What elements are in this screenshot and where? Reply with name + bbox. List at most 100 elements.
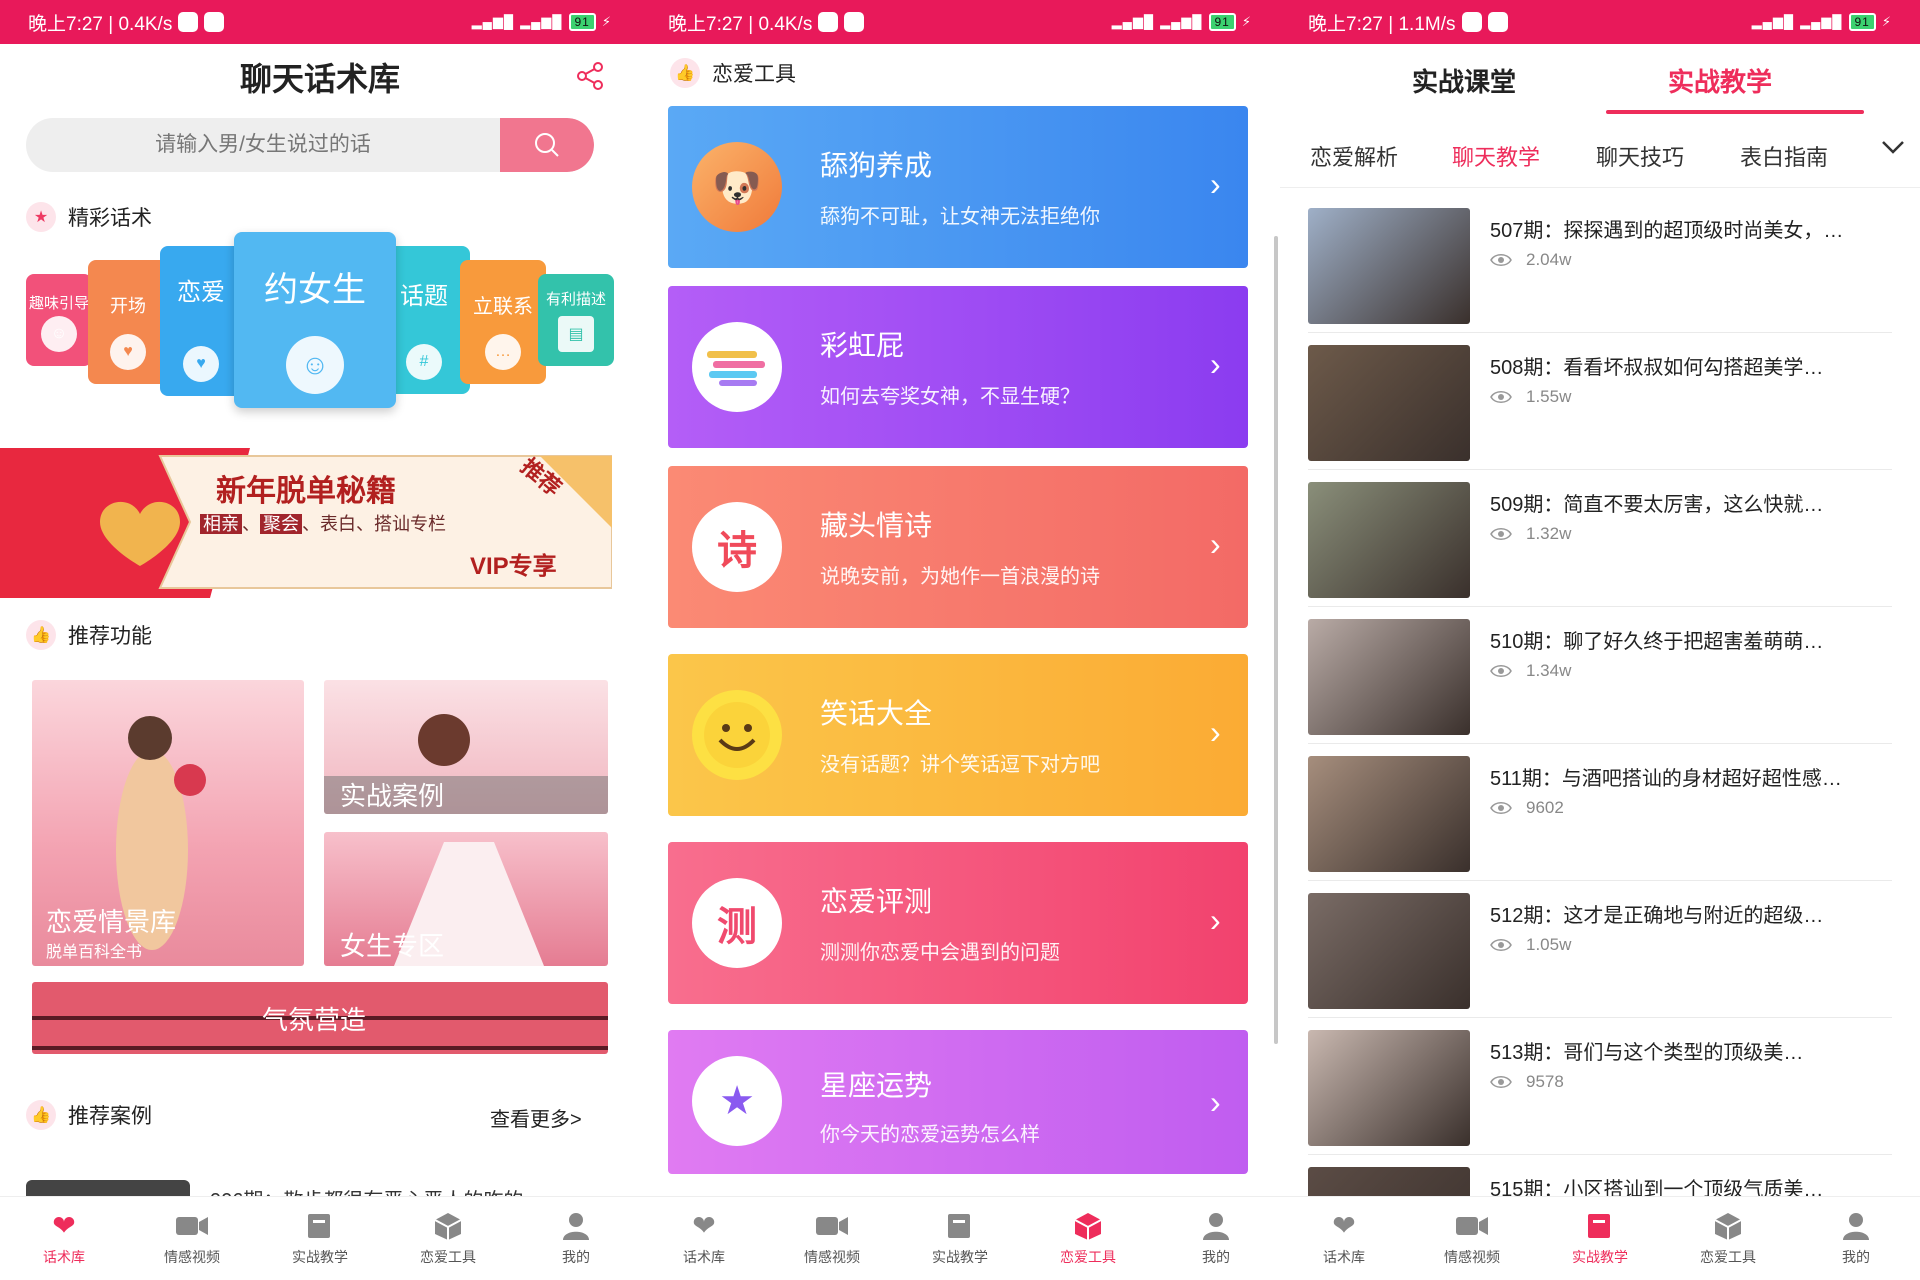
- smile-icon: [692, 690, 782, 780]
- subtab-analysis[interactable]: 恋爱解析: [1310, 140, 1398, 172]
- section-functions: 👍 推荐功能: [26, 620, 152, 650]
- lesson-item[interactable]: 507期：探探遇到的超顶级时尚美女，… 2.04w: [1308, 196, 1892, 333]
- tab-videos[interactable]: 情感视频: [768, 1197, 896, 1280]
- signal-icon: ▂▄▆█: [1751, 14, 1795, 29]
- lesson-item[interactable]: 509期：简直不要太厉害，这么快就… 1.32w: [1308, 470, 1892, 607]
- tab-teaching[interactable]: 实战教学: [256, 1197, 384, 1280]
- bottom-tab-bar: ❤ 话术库 情感视频 实战教学 恋爱工具 我的: [1280, 1196, 1920, 1280]
- user-icon: [1839, 1211, 1873, 1241]
- heart-icon: ♥: [110, 334, 146, 370]
- tab-tools[interactable]: 恋爱工具: [1664, 1197, 1792, 1280]
- lesson-title[interactable]: 509期：简直不要太厉害，这么快就…: [1490, 488, 1890, 517]
- lesson-thumbnail[interactable]: [1308, 1030, 1470, 1146]
- bottom-tab-bar: ❤ 话术库 情感视频 实战教学 恋爱工具 我的: [0, 1196, 640, 1280]
- top-tabs: 实战课堂 实战教学: [1280, 44, 1920, 116]
- tab-teaching[interactable]: 实战教学: [1536, 1197, 1664, 1280]
- rainbow-icon: [692, 322, 782, 412]
- status-time: 晚上7:27 | 0.4K/s: [28, 13, 173, 35]
- tab-videos[interactable]: 情感视频: [1408, 1197, 1536, 1280]
- mood-tile[interactable]: 气氛营造: [32, 982, 608, 1054]
- tab-tools[interactable]: 恋爱工具: [384, 1197, 512, 1280]
- subtab-chat-teaching[interactable]: 聊天教学: [1452, 140, 1540, 172]
- star-icon: ★: [26, 202, 56, 232]
- charging-icon: ⚡: [1881, 14, 1892, 29]
- alarm-icon: [818, 12, 839, 32]
- chevron-down-icon[interactable]: [1880, 134, 1906, 160]
- lesson-view-count: 1.55w: [1526, 387, 1572, 406]
- lesson-title[interactable]: 507期：探探遇到的超顶级时尚美女，…: [1490, 214, 1890, 243]
- category-card[interactable]: 开场 ♥: [88, 260, 168, 384]
- share-icon[interactable]: [574, 60, 606, 92]
- cases-tile[interactable]: 实战案例: [324, 680, 608, 814]
- lesson-thumbnail[interactable]: [1308, 345, 1470, 461]
- category-card[interactable]: 有利描述 ▤: [538, 274, 614, 366]
- lesson-title[interactable]: 508期：看看坏叔叔如何勾搭超美学…: [1490, 351, 1890, 380]
- signal-icon-2: ▂▄▆█: [1160, 14, 1203, 29]
- tab-tools[interactable]: 恋爱工具: [1024, 1197, 1152, 1280]
- girl-icon: ☺: [286, 336, 344, 394]
- category-card[interactable]: 恋爱 ♥: [160, 246, 242, 396]
- tool-card-dog[interactable]: 🐶 舔狗养成 舔狗不可耻，让女神无法拒绝你 ›: [668, 106, 1248, 268]
- girls-zone-tile[interactable]: 女生专区: [324, 832, 608, 966]
- cube-icon: [1071, 1211, 1105, 1241]
- tab-teaching[interactable]: 实战教学: [896, 1197, 1024, 1280]
- lesson-item[interactable]: 513期：哥们与这个类型的顶级美… 9578: [1308, 1018, 1892, 1155]
- lesson-thumbnail[interactable]: [1308, 893, 1470, 1009]
- tab-teaching[interactable]: 实战教学: [1668, 62, 1772, 99]
- lesson-item[interactable]: 510期：聊了好久终于把超害羞萌萌… 1.34w: [1308, 607, 1892, 744]
- category-carousel: 趣味引导 ☺ 开场 ♥ 恋爱 ♥ 话题 # 立联系 … 有利描述 ▤ 约女生 ☺: [0, 232, 640, 412]
- section-tools: 👍 恋爱工具: [670, 58, 796, 88]
- lesson-title[interactable]: 511期：与酒吧搭讪的身材超好超性感…: [1490, 762, 1890, 791]
- tab-chat-library[interactable]: ❤ 话术库: [0, 1197, 128, 1280]
- search-icon: [535, 133, 559, 157]
- video-icon: [175, 1211, 209, 1241]
- lesson-title[interactable]: 513期：哥们与这个类型的顶级美…: [1490, 1036, 1890, 1065]
- screen-teaching: 晚上7:27 | 1.1M/s ▂▄▆█ ▂▄▆█ 91 ⚡ 实战课堂 实战教学…: [1280, 0, 1920, 1280]
- eye-icon: [1490, 665, 1512, 677]
- tool-card-poem[interactable]: 诗 藏头情诗 说晚安前，为她作一首浪漫的诗 ›: [668, 466, 1248, 628]
- signal-icon: ▂▄▆█: [1111, 14, 1155, 29]
- category-card[interactable]: 立联系 …: [460, 260, 546, 384]
- thumbs-up-icon: 👍: [26, 1100, 56, 1130]
- view-more-link[interactable]: 查看更多>: [490, 1103, 582, 1132]
- lesson-thumbnail[interactable]: [1308, 208, 1470, 324]
- tool-card-test[interactable]: 测 恋爱评测 测测你恋爱中会遇到的问题 ›: [668, 842, 1248, 1004]
- lesson-title[interactable]: 512期：这才是正确地与附近的超级…: [1490, 899, 1890, 928]
- lesson-views: 9602: [1490, 798, 1564, 818]
- search-input[interactable]: [26, 118, 500, 172]
- tab-videos[interactable]: 情感视频: [128, 1197, 256, 1280]
- lesson-view-count: 1.32w: [1526, 524, 1572, 543]
- app-icon: [204, 12, 225, 32]
- tool-card-rainbow[interactable]: 彩虹屁 如何去夸奖女神，不显生硬？ ›: [668, 286, 1248, 448]
- eye-icon: [1490, 528, 1512, 540]
- tab-mine[interactable]: 我的: [1792, 1197, 1920, 1280]
- tab-chat-library[interactable]: ❤ 话术库: [1280, 1197, 1408, 1280]
- category-card[interactable]: 趣味引导 ☺: [26, 274, 92, 366]
- lesson-item[interactable]: 512期：这才是正确地与附近的超级… 1.05w: [1308, 881, 1892, 1018]
- tool-card-jokes[interactable]: 笑话大全 没有话题？讲个笑话逗下对方吧 ›: [668, 654, 1248, 816]
- app-icon: [844, 12, 865, 32]
- chevron-right-icon: ›: [1210, 346, 1221, 382]
- chevron-right-icon: ›: [1210, 714, 1221, 750]
- scrollbar[interactable]: [1274, 236, 1278, 1044]
- new-year-banner[interactable]: 新年脱单秘籍 相亲、聚会 、表白、搭讪专栏 VIP专享 推荐: [0, 448, 612, 598]
- category-card-active[interactable]: 约女生 ☺: [234, 232, 396, 408]
- lesson-thumbnail[interactable]: [1308, 482, 1470, 598]
- subtab-chat-skills[interactable]: 聊天技巧: [1596, 140, 1684, 172]
- lesson-thumbnail[interactable]: [1308, 756, 1470, 872]
- cube-icon: [1711, 1211, 1745, 1241]
- subtab-confession[interactable]: 表白指南: [1740, 140, 1828, 172]
- lesson-title[interactable]: 510期：聊了好久终于把超害羞萌萌…: [1490, 625, 1890, 654]
- lesson-thumbnail[interactable]: [1308, 619, 1470, 735]
- lesson-item[interactable]: 508期：看看坏叔叔如何勾搭超美学… 1.55w: [1308, 333, 1892, 470]
- tab-classroom[interactable]: 实战课堂: [1412, 62, 1516, 99]
- lesson-views: 2.04w: [1490, 250, 1571, 270]
- tab-mine[interactable]: 我的: [1152, 1197, 1280, 1280]
- search-button[interactable]: [500, 118, 594, 172]
- love-scene-tile[interactable]: 恋爱情景库 脱单百科全书: [32, 680, 304, 966]
- tool-card-horoscope[interactable]: ★ 星座运势 你今天的恋爱运势怎么样 ›: [668, 1030, 1248, 1174]
- tab-chat-library[interactable]: ❤ 话术库: [640, 1197, 768, 1280]
- tab-mine[interactable]: 我的: [512, 1197, 640, 1280]
- lesson-item[interactable]: 511期：与酒吧搭讪的身材超好超性感… 9602: [1308, 744, 1892, 881]
- cube-icon: [431, 1211, 465, 1241]
